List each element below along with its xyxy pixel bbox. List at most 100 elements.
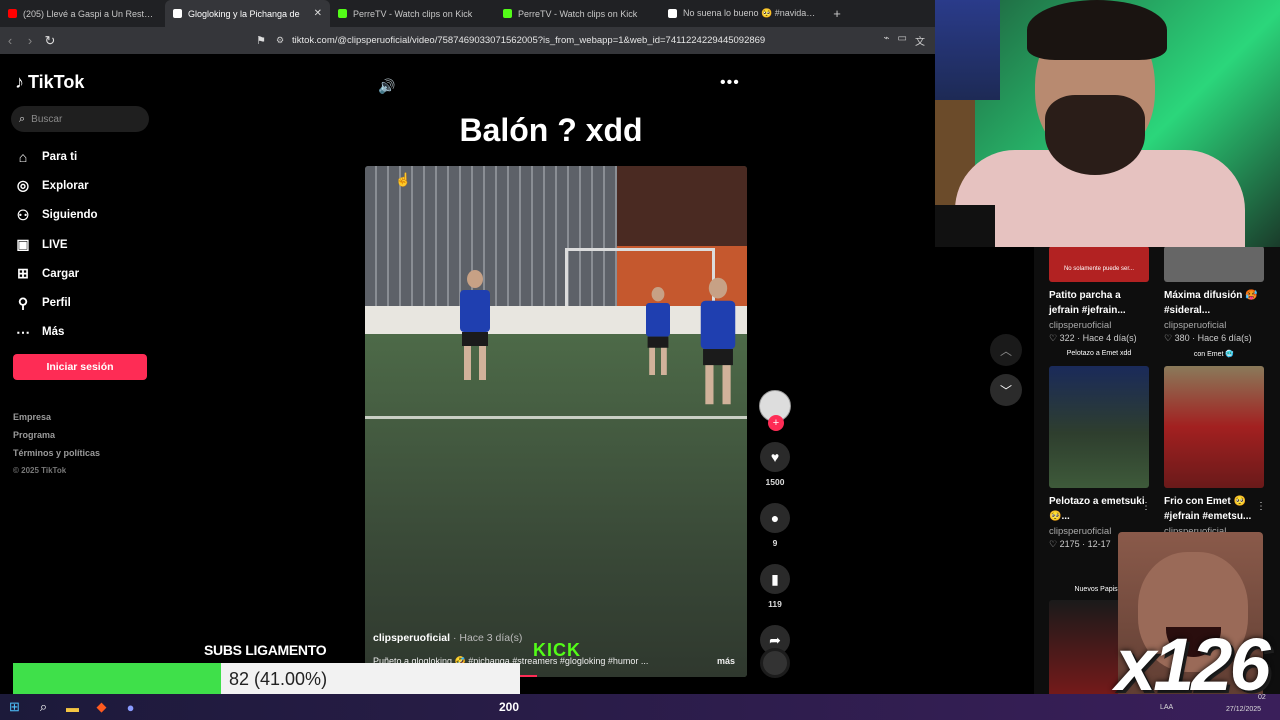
sidebar-item-para-ti[interactable]: ⌂ Para ti: [14, 142, 98, 171]
tab-title: Glogloking y la Pichanga de: [188, 8, 300, 19]
sidebar-item-label: LIVE: [42, 238, 68, 251]
sidebar-item-mas[interactable]: ⋯ Más: [14, 318, 98, 347]
save-action[interactable]: ▮ 119: [758, 564, 792, 609]
clock-time[interactable]: 02: [1258, 694, 1266, 701]
video-thumbnail[interactable]: [1164, 246, 1264, 282]
back-icon[interactable]: ‹: [0, 33, 20, 48]
tiktok-note-icon: ♪: [15, 72, 24, 92]
subs-goal-value: 82 (41.00%): [229, 669, 328, 689]
browser-tab[interactable]: PerreTV - Watch clips on Kick: [495, 0, 660, 27]
related-video-card[interactable]: Máxima difusión 🥵 #sideral... clipsperuo…: [1164, 246, 1268, 344]
thumbnail-caption: con Emet 🥶: [1193, 351, 1235, 358]
video-more-options-icon[interactable]: •••: [720, 74, 740, 92]
sidebar-item-explorar[interactable]: ◎ Explorar: [14, 171, 98, 200]
footer-link-programa[interactable]: Programa: [13, 426, 100, 444]
card-title[interactable]: Pelotazo a emetsuki 🥺...: [1049, 494, 1153, 524]
browser-tab-active[interactable]: Glogloking y la Pichanga de ✕: [165, 0, 330, 27]
save-count: 119: [768, 599, 782, 609]
bookmark-icon[interactable]: ⚑: [250, 34, 272, 47]
footer-link-empresa[interactable]: Empresa: [13, 408, 100, 426]
search-icon[interactable]: ⌕: [19, 113, 25, 126]
card-title[interactable]: Máxima difusión 🥵 #sideral...: [1164, 288, 1268, 318]
discord-icon[interactable]: ●: [116, 700, 145, 715]
player-figure: [646, 287, 670, 375]
sidebar-item-label: Explorar: [42, 179, 89, 192]
card-user[interactable]: clipsperuoficial: [1049, 320, 1153, 331]
card-menu-icon[interactable]: ⋮: [1141, 501, 1151, 512]
follow-plus-icon[interactable]: +: [768, 415, 784, 431]
screen-icon[interactable]: ▭: [898, 33, 907, 48]
browser-tab[interactable]: PerreTV - Watch clips on Kick: [330, 0, 495, 27]
tiktok-logo[interactable]: ♪ TikTok: [15, 72, 84, 93]
input-language[interactable]: LAA: [1160, 704, 1173, 711]
comment-icon[interactable]: ●: [760, 503, 790, 533]
site-info-icon[interactable]: ⚙: [272, 35, 288, 46]
video-thumbnail[interactable]: [1049, 366, 1149, 488]
tiktok-favicon-icon: [173, 9, 182, 18]
login-button[interactable]: Iniciar sesión: [13, 354, 147, 380]
sidebar-item-perfil[interactable]: ⚲ Perfil: [14, 288, 98, 317]
more-icon: ⋯: [16, 323, 30, 340]
folder-icon[interactable]: ▬: [58, 700, 87, 715]
comment-action[interactable]: ● 9: [758, 503, 792, 548]
browser-tab[interactable]: (205) Llevé a Gaspi a Un Restaurante: [0, 0, 165, 27]
browser-tab[interactable]: No suena lo bueno 🥺 #navidad #p: [660, 0, 825, 27]
sidebar-item-label: Más: [42, 326, 65, 339]
card-stats: ♡ 380 · Hace 6 día(s): [1164, 333, 1252, 343]
taskbar-counter: 200: [499, 700, 520, 714]
heart-icon[interactable]: ♥: [760, 442, 790, 472]
tab-title: PerreTV - Watch clips on Kick: [353, 8, 473, 19]
related-video-card[interactable]: Pelotazo a Emet xdd ⋮ Pelotazo a emetsuk…: [1049, 350, 1153, 550]
subs-goal-label: SUBS LIGAMENTO: [204, 642, 327, 658]
author-avatar[interactable]: +: [759, 390, 791, 431]
sidebar-item-label: Siguiendo: [42, 209, 98, 222]
url-field[interactable]: tiktok.com/@clipsperuoficial/video/75874…: [292, 35, 884, 46]
video-thumbnail[interactable]: [1164, 366, 1264, 488]
search-input[interactable]: [31, 113, 132, 125]
card-title[interactable]: Patito parcha a jefrain #jefrain...: [1049, 288, 1153, 318]
mouse-pointer-icon: ☝: [395, 172, 412, 187]
profile-icon: ⚲: [17, 294, 29, 311]
related-video-card[interactable]: con Emet 🥶 ⋮ Frio con Emet 🥺 #jefrain #e…: [1164, 351, 1268, 537]
copyright: © 2025 TikTok: [13, 466, 67, 475]
youtube-favicon-icon: [8, 9, 17, 18]
sidebar-item-cargar[interactable]: ⊞ Cargar: [14, 259, 98, 288]
live-icon: ▣: [16, 236, 30, 253]
video-player[interactable]: KICK clipsperuoficial · Hace 3 día(s) Pu…: [365, 166, 747, 677]
screen: (205) Llevé a Gaspi a Un Restaurante Glo…: [0, 0, 1280, 720]
clock-date[interactable]: 27/12/2025: [1226, 706, 1261, 713]
card-menu-icon[interactable]: ⋮: [1256, 501, 1266, 512]
taskbar: ⊞ ⌕ ▬ ◆ ● 200 LAA 02 27/12/2025: [0, 694, 1280, 720]
sidebar-item-label: Cargar: [42, 267, 80, 280]
card-title[interactable]: Frio con Emet 🥺 #jefrain #emetsu...: [1164, 494, 1268, 524]
video-author[interactable]: clipsperuoficial · Hace 3 día(s): [373, 632, 522, 644]
description-more-link[interactable]: más: [717, 656, 735, 666]
next-video-button[interactable]: ﹀: [990, 374, 1022, 406]
forward-icon[interactable]: ›: [20, 33, 40, 48]
subs-goal-fill: [13, 663, 221, 694]
author-name[interactable]: clipsperuoficial: [373, 632, 450, 644]
related-video-card[interactable]: No solamente puede ser... Patito parcha …: [1049, 246, 1153, 344]
previous-video-button[interactable]: ︿: [990, 334, 1022, 366]
sound-icon[interactable]: 🔊: [378, 78, 395, 95]
cast-icon[interactable]: ⌁: [884, 33, 890, 48]
sidebar-item-siguiendo[interactable]: ⚇ Siguiendo: [14, 201, 98, 230]
like-action[interactable]: ♥ 1500: [758, 442, 792, 487]
cam-poster: [935, 0, 1000, 100]
search-icon[interactable]: ⌕: [29, 699, 58, 715]
brave-icon[interactable]: ◆: [87, 699, 116, 715]
close-tab-icon[interactable]: ✕: [314, 8, 322, 19]
music-disc-icon[interactable]: [760, 648, 790, 678]
reload-icon[interactable]: ↻: [40, 33, 60, 49]
video-thumbnail[interactable]: No solamente puede ser...: [1049, 246, 1149, 282]
thumbnail-caption: No solamente puede ser...: [1063, 266, 1135, 272]
sidebar-item-live[interactable]: ▣ LIVE: [14, 230, 98, 259]
translate-icon[interactable]: 文: [915, 33, 925, 48]
start-icon[interactable]: ⊞: [0, 699, 29, 715]
new-tab-button[interactable]: +: [825, 0, 849, 27]
card-user[interactable]: clipsperuoficial: [1164, 320, 1268, 331]
sidebar-nav: ⌂ Para ti ◎ Explorar ⚇ Siguiendo ▣ LIVE …: [14, 142, 98, 347]
footer-link-terminos[interactable]: Términos y políticas: [13, 444, 100, 462]
following-icon: ⚇: [16, 206, 30, 223]
bookmark-icon[interactable]: ▮: [760, 564, 790, 594]
